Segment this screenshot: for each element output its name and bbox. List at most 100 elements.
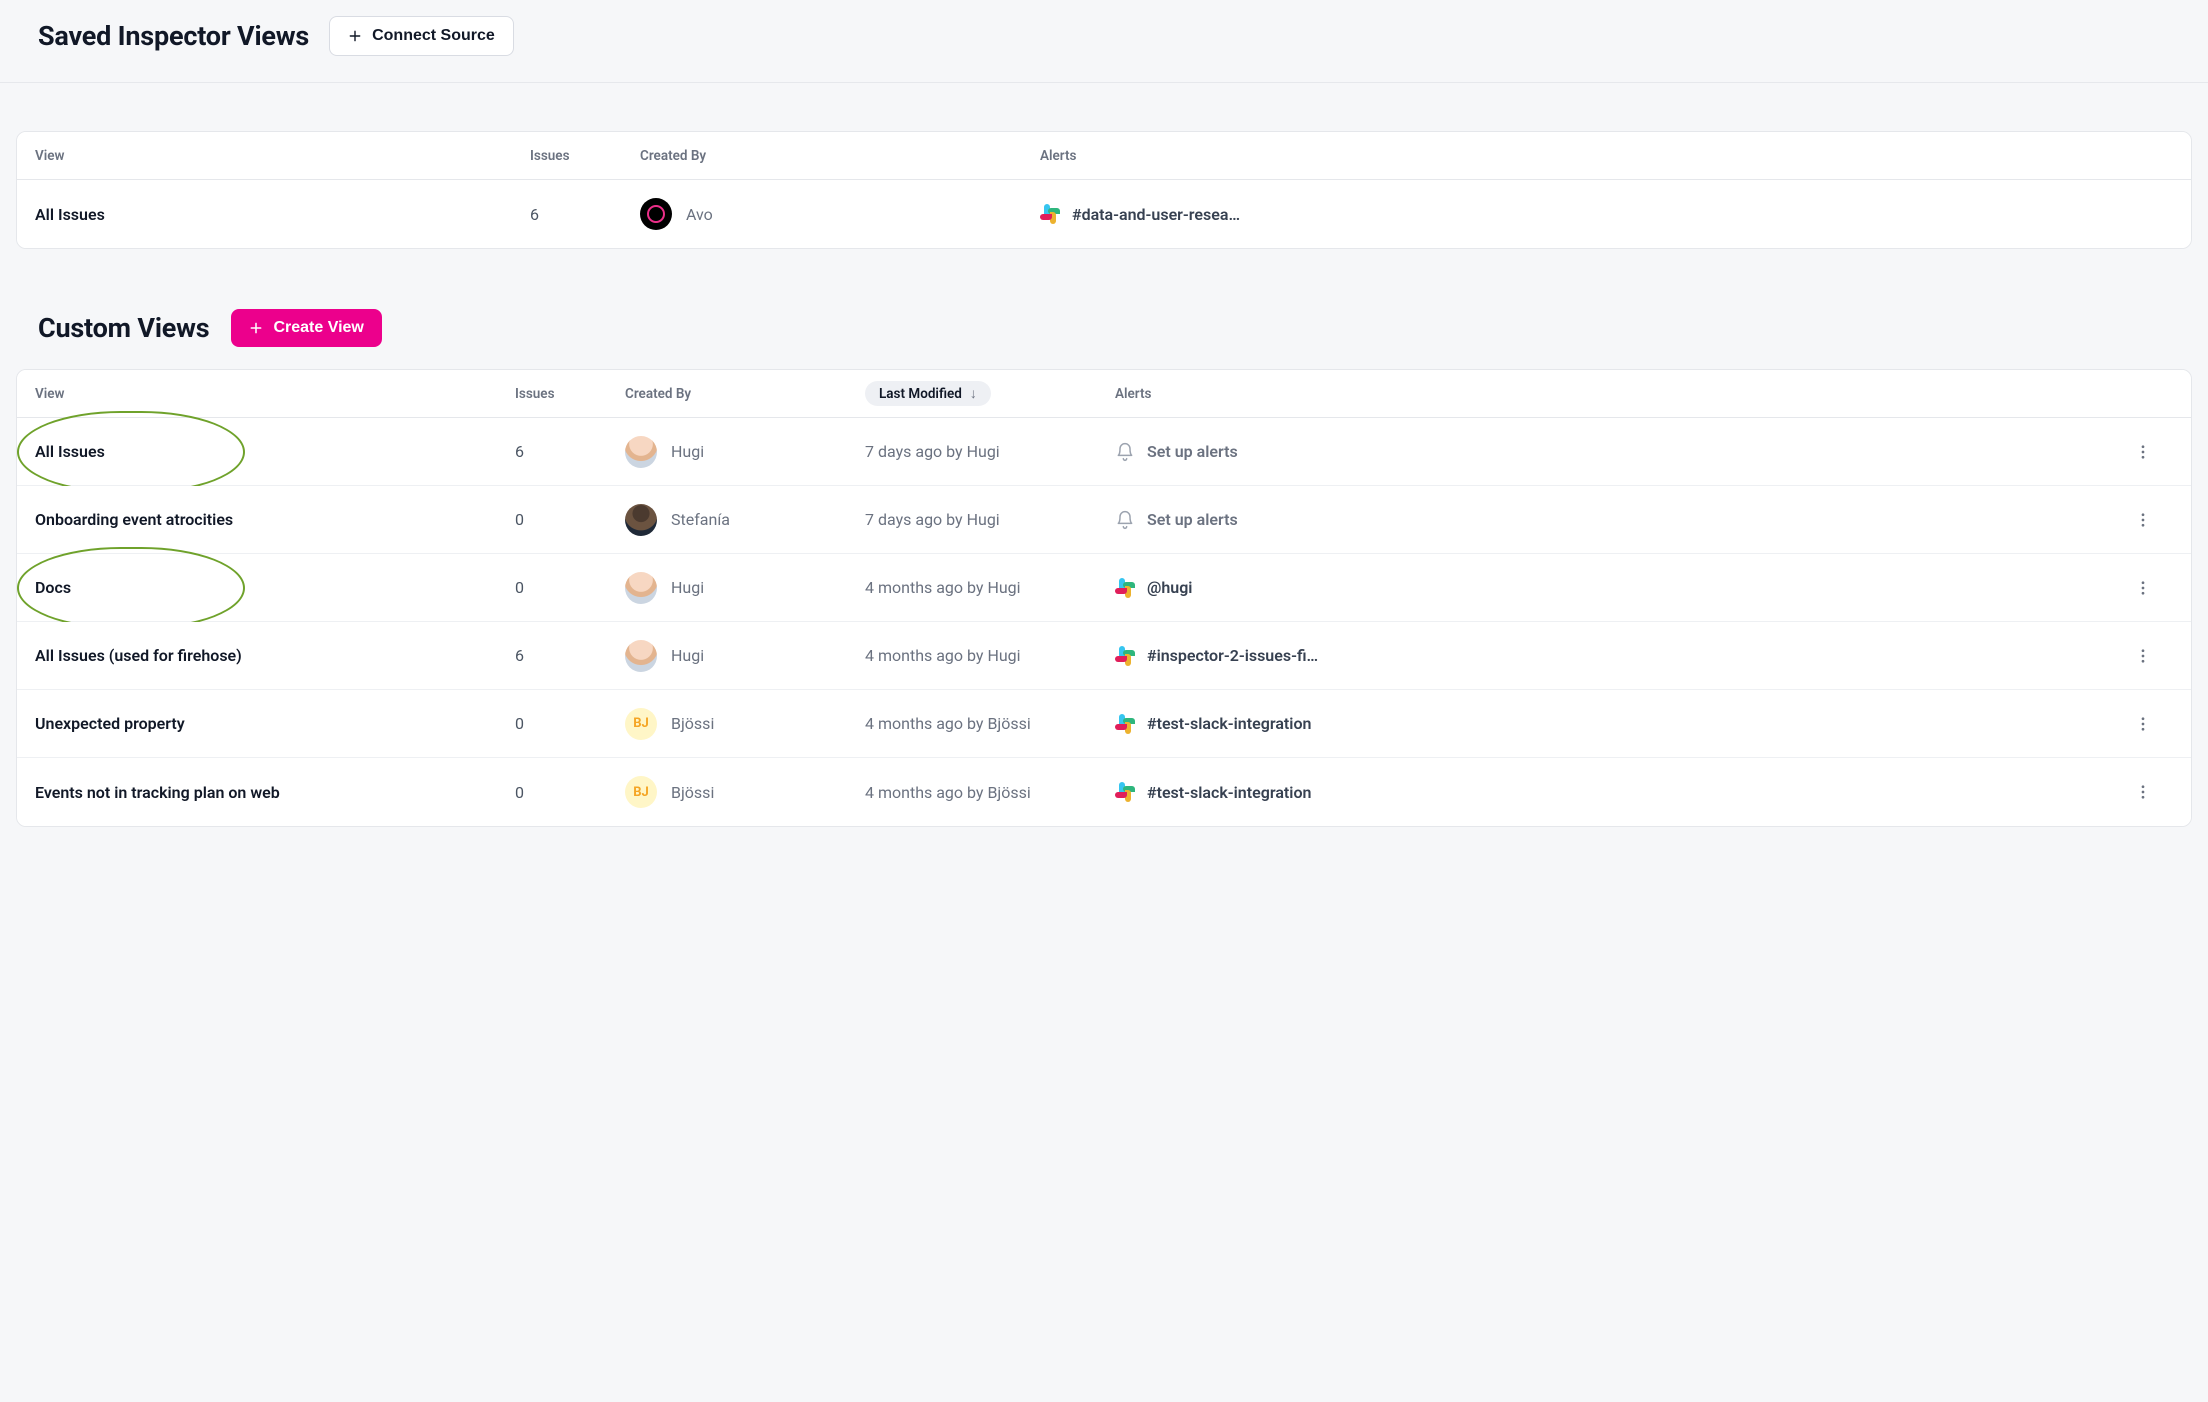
last-modified: 7 days ago by Hugi: [865, 510, 1115, 529]
alert-cell[interactable]: #inspector-2-issues-fi…: [1115, 646, 2113, 666]
more-button[interactable]: [2132, 509, 2154, 531]
alert-text: #test-slack-integration: [1147, 714, 1311, 733]
create-view-button[interactable]: Create View: [231, 309, 381, 347]
issues-count: 6: [530, 205, 640, 224]
view-name: Docs: [35, 578, 515, 597]
last-modified: 4 months ago by Hugi: [865, 578, 1115, 597]
view-name: All Issues (used for firehose): [35, 646, 515, 665]
custom-views-region: View Issues Created By Last Modified ↓ A…: [0, 369, 2208, 847]
arrow-down-icon: ↓: [970, 385, 977, 402]
alert-cell[interactable]: Set up alerts: [1115, 442, 2113, 462]
alert-cell[interactable]: Set up alerts: [1115, 510, 2113, 530]
view-name: Events not in tracking plan on web: [35, 783, 515, 802]
creator-name: Hugi: [671, 646, 704, 665]
table-row[interactable]: Docs0Hugi4 months ago by Hugi @hugi: [17, 554, 2191, 622]
alert-text: #inspector-2-issues-fi…: [1147, 646, 1318, 665]
avatar: [625, 572, 657, 604]
creator: Hugi: [625, 436, 865, 468]
slack-icon: [1115, 578, 1135, 598]
avatar: [625, 436, 657, 468]
create-view-label: Create View: [273, 319, 363, 337]
creator: BJ Bjössi: [625, 708, 865, 740]
more-button[interactable]: [2132, 713, 2154, 735]
avatar: BJ: [625, 776, 657, 808]
custom-views-table: View Issues Created By Last Modified ↓ A…: [16, 369, 2192, 827]
bell-icon: [1115, 510, 1135, 530]
alert-text: Set up alerts: [1147, 510, 1238, 529]
alert-cell[interactable]: @hugi: [1115, 578, 2113, 598]
alert-cell[interactable]: #test-slack-integration: [1115, 714, 2113, 734]
issues-count: 0: [515, 783, 625, 802]
plus-icon: [348, 29, 362, 43]
table-row[interactable]: Unexpected property0BJ Bjössi 4 months ago…: [17, 690, 2191, 758]
alert-text: Set up alerts: [1147, 442, 1238, 461]
saved-views-table: View Issues Created By Alerts All Issues…: [16, 131, 2192, 249]
creator: BJ Bjössi: [625, 776, 865, 808]
saved-views-title: Saved Inspector Views: [38, 20, 309, 52]
table-row[interactable]: All Issues6 Avo #data-and-user-resea…: [17, 180, 2191, 248]
col-alerts: Alerts: [1040, 148, 2133, 164]
slack-icon: [1115, 646, 1135, 666]
col-alerts: Alerts: [1115, 386, 2113, 402]
custom-views-title: Custom Views: [38, 312, 209, 344]
col-last-modified[interactable]: Last Modified ↓: [865, 381, 1115, 406]
connect-source-label: Connect Source: [372, 27, 495, 45]
last-modified: 7 days ago by Hugi: [865, 442, 1115, 461]
col-issues: Issues: [530, 148, 640, 164]
sort-pill[interactable]: Last Modified ↓: [865, 381, 991, 406]
custom-views-header: Custom Views Create View: [0, 249, 2208, 369]
alert-cell[interactable]: #test-slack-integration: [1115, 782, 2113, 802]
creator: Hugi: [625, 640, 865, 672]
avatar: [640, 198, 672, 230]
plus-icon: [249, 321, 263, 335]
creator-name: Avo: [686, 205, 713, 224]
table-header: View Issues Created By Last Modified ↓ A…: [17, 370, 2191, 418]
saved-views-region: View Issues Created By Alerts All Issues…: [0, 83, 2208, 249]
creator: Stefanía: [625, 504, 865, 536]
bell-icon: [1115, 442, 1135, 462]
avatar: BJ: [625, 708, 657, 740]
alert-text: @hugi: [1147, 578, 1192, 597]
table-row[interactable]: All Issues6 Hugi 7 days ago by Hugi Set up …: [17, 418, 2191, 486]
table-header: View Issues Created By Alerts: [17, 132, 2191, 180]
view-name: Onboarding event atrocities: [35, 510, 515, 529]
table-row[interactable]: Events not in tracking plan on web0BJ Bjö…: [17, 758, 2191, 826]
avatar: [625, 504, 657, 536]
view-name: All Issues: [35, 442, 515, 461]
alert-text: #data-and-user-resea…: [1072, 205, 1240, 224]
creator-name: Bjössi: [671, 783, 714, 802]
more-button[interactable]: [2132, 577, 2154, 599]
alert-cell[interactable]: #data-and-user-resea…: [1040, 204, 2133, 224]
view-name: Unexpected property: [35, 714, 515, 733]
creator-name: Stefanía: [671, 510, 730, 529]
more-button[interactable]: [2132, 645, 2154, 667]
issues-count: 6: [515, 442, 625, 461]
table-row[interactable]: All Issues (used for firehose)6 Hugi 4 mon…: [17, 622, 2191, 690]
last-modified: 4 months ago by Bjössi: [865, 714, 1115, 733]
creator-name: Bjössi: [671, 714, 714, 733]
col-issues: Issues: [515, 386, 625, 402]
more-button[interactable]: [2132, 781, 2154, 803]
issues-count: 0: [515, 510, 625, 529]
connect-source-button[interactable]: Connect Source: [329, 16, 514, 56]
col-created-by: Created By: [625, 386, 865, 402]
col-view: View: [35, 386, 515, 402]
slack-icon: [1115, 782, 1135, 802]
col-view: View: [35, 148, 530, 164]
creator: Hugi: [625, 572, 865, 604]
avatar: [625, 640, 657, 672]
alert-text: #test-slack-integration: [1147, 783, 1311, 802]
more-button[interactable]: [2132, 441, 2154, 463]
issues-count: 6: [515, 646, 625, 665]
col-created-by: Created By: [640, 148, 1040, 164]
page: Saved Inspector Views Connect Source Vie…: [0, 0, 2208, 847]
last-modified: 4 months ago by Hugi: [865, 646, 1115, 665]
slack-icon: [1115, 714, 1135, 734]
table-row[interactable]: Onboarding event atrocities0 Stefanía 7 da…: [17, 486, 2191, 554]
view-name: All Issues: [35, 205, 530, 224]
issues-count: 0: [515, 578, 625, 597]
creator-name: Hugi: [671, 442, 704, 461]
saved-views-header: Saved Inspector Views Connect Source: [0, 0, 2208, 82]
creator: Avo: [640, 198, 1040, 230]
issues-count: 0: [515, 714, 625, 733]
